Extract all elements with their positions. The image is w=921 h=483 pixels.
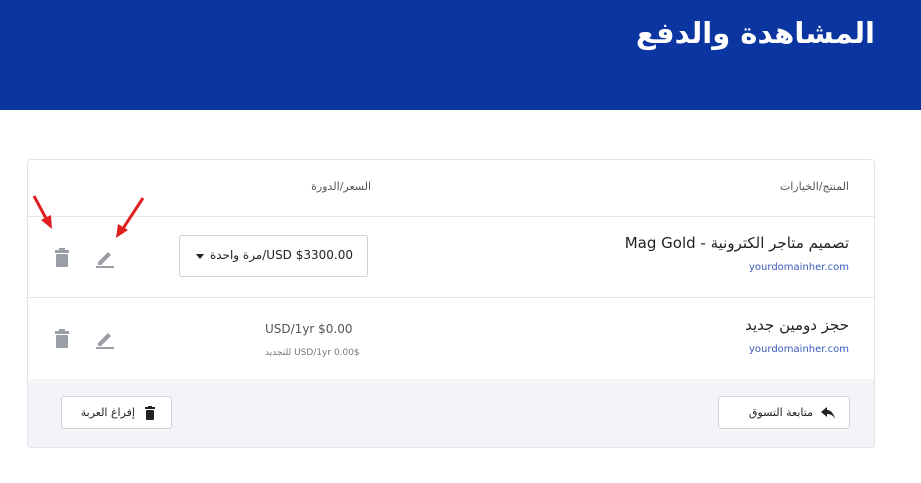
- divider: [28, 216, 874, 217]
- product-name: حجز دومين جديد: [745, 316, 849, 334]
- cart-card: المنتج/الخيارات السعر/الدورة تصميم متاجر…: [27, 159, 875, 448]
- column-header-product: المنتج/الخيارات: [779, 180, 849, 193]
- billing-cycle-value: USD $3300.00/مرة واحدة: [209, 248, 353, 262]
- product-domain: yourdomainher.com: [749, 262, 849, 273]
- empty-cart-label: إفراغ العربة: [80, 406, 135, 419]
- page-header: المشاهدة والدفع: [0, 0, 921, 110]
- cart-footer: متابعة التسوق إفراغ العربة: [28, 379, 874, 447]
- renewal-price: USD/1yr 0.00$ للتجديد: [265, 348, 360, 358]
- annotation-arrow: [116, 197, 145, 238]
- trash-icon[interactable]: [51, 328, 73, 350]
- column-header-price: السعر/الدورة: [311, 180, 371, 193]
- continue-shopping-label: متابعة التسوق: [748, 406, 813, 419]
- reply-arrow-icon: [821, 407, 835, 419]
- page-title: المشاهدة والدفع: [635, 16, 875, 50]
- product-price: USD/1yr $0.00: [265, 322, 353, 336]
- pencil-icon[interactable]: [94, 247, 116, 269]
- trash-icon[interactable]: [51, 247, 73, 269]
- annotation-arrow: [32, 195, 52, 229]
- product-name: تصميم متاجر الكترونية - Mag Gold: [624, 234, 849, 252]
- pencil-icon[interactable]: [94, 328, 116, 350]
- billing-cycle-select[interactable]: USD $3300.00/مرة واحدة: [179, 235, 368, 277]
- trash-icon: [145, 406, 155, 420]
- empty-cart-button[interactable]: إفراغ العربة: [61, 396, 172, 429]
- product-domain: yourdomainher.com: [749, 344, 849, 355]
- continue-shopping-button[interactable]: متابعة التسوق: [718, 396, 850, 429]
- divider: [28, 297, 874, 298]
- caret-down-icon: [196, 254, 204, 259]
